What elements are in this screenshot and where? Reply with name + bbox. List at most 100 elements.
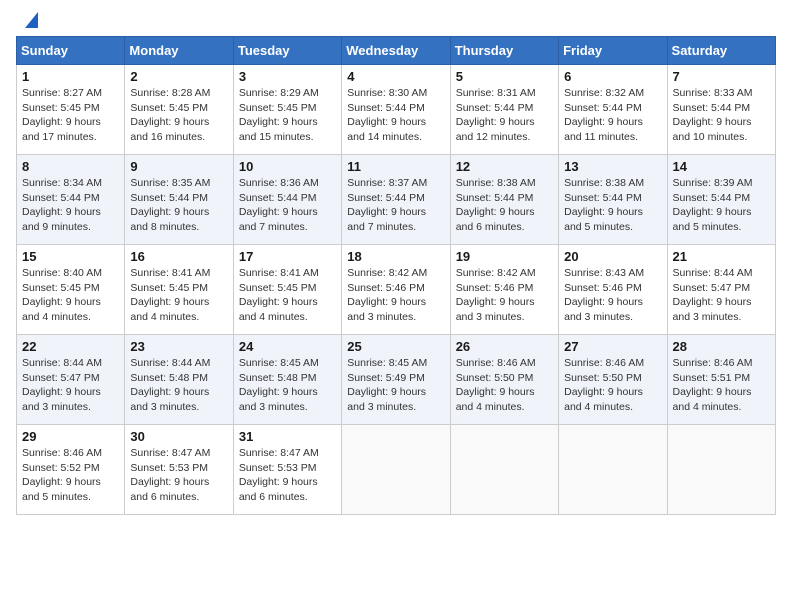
calendar-cell: 28 Sunrise: 8:46 AM Sunset: 5:51 PM Dayl…: [667, 335, 775, 425]
calendar-cell: [559, 425, 667, 515]
calendar-cell: 29 Sunrise: 8:46 AM Sunset: 5:52 PM Dayl…: [17, 425, 125, 515]
calendar-cell: 20 Sunrise: 8:43 AM Sunset: 5:46 PM Dayl…: [559, 245, 667, 335]
calendar-week-row: 1 Sunrise: 8:27 AM Sunset: 5:45 PM Dayli…: [17, 65, 776, 155]
calendar-cell: 18 Sunrise: 8:42 AM Sunset: 5:46 PM Dayl…: [342, 245, 450, 335]
day-number: 19: [456, 249, 553, 264]
page-header: [16, 16, 776, 28]
day-number: 28: [673, 339, 770, 354]
col-header-friday: Friday: [559, 37, 667, 65]
day-number: 22: [22, 339, 119, 354]
day-info: Sunrise: 8:46 AM Sunset: 5:51 PM Dayligh…: [673, 357, 753, 413]
day-number: 17: [239, 249, 336, 264]
calendar-cell: 3 Sunrise: 8:29 AM Sunset: 5:45 PM Dayli…: [233, 65, 341, 155]
calendar-cell: 1 Sunrise: 8:27 AM Sunset: 5:45 PM Dayli…: [17, 65, 125, 155]
calendar-cell: 24 Sunrise: 8:45 AM Sunset: 5:48 PM Dayl…: [233, 335, 341, 425]
calendar-week-row: 22 Sunrise: 8:44 AM Sunset: 5:47 PM Dayl…: [17, 335, 776, 425]
calendar-cell: 5 Sunrise: 8:31 AM Sunset: 5:44 PM Dayli…: [450, 65, 558, 155]
day-number: 26: [456, 339, 553, 354]
calendar-cell: 26 Sunrise: 8:46 AM Sunset: 5:50 PM Dayl…: [450, 335, 558, 425]
day-number: 1: [22, 69, 119, 84]
calendar-cell: [342, 425, 450, 515]
day-info: Sunrise: 8:34 AM Sunset: 5:44 PM Dayligh…: [22, 177, 102, 233]
day-info: Sunrise: 8:39 AM Sunset: 5:44 PM Dayligh…: [673, 177, 753, 233]
calendar-cell: 17 Sunrise: 8:41 AM Sunset: 5:45 PM Dayl…: [233, 245, 341, 335]
day-info: Sunrise: 8:38 AM Sunset: 5:44 PM Dayligh…: [456, 177, 536, 233]
day-number: 12: [456, 159, 553, 174]
day-info: Sunrise: 8:36 AM Sunset: 5:44 PM Dayligh…: [239, 177, 319, 233]
calendar-cell: 25 Sunrise: 8:45 AM Sunset: 5:49 PM Dayl…: [342, 335, 450, 425]
day-info: Sunrise: 8:35 AM Sunset: 5:44 PM Dayligh…: [130, 177, 210, 233]
calendar-cell: 7 Sunrise: 8:33 AM Sunset: 5:44 PM Dayli…: [667, 65, 775, 155]
day-number: 8: [22, 159, 119, 174]
day-number: 20: [564, 249, 661, 264]
col-header-thursday: Thursday: [450, 37, 558, 65]
logo: [16, 16, 38, 28]
day-number: 30: [130, 429, 227, 444]
day-info: Sunrise: 8:45 AM Sunset: 5:49 PM Dayligh…: [347, 357, 427, 413]
day-info: Sunrise: 8:31 AM Sunset: 5:44 PM Dayligh…: [456, 87, 536, 143]
day-number: 15: [22, 249, 119, 264]
day-number: 7: [673, 69, 770, 84]
day-number: 10: [239, 159, 336, 174]
calendar-cell: 27 Sunrise: 8:46 AM Sunset: 5:50 PM Dayl…: [559, 335, 667, 425]
calendar-cell: 22 Sunrise: 8:44 AM Sunset: 5:47 PM Dayl…: [17, 335, 125, 425]
calendar-cell: 6 Sunrise: 8:32 AM Sunset: 5:44 PM Dayli…: [559, 65, 667, 155]
calendar-cell: 21 Sunrise: 8:44 AM Sunset: 5:47 PM Dayl…: [667, 245, 775, 335]
calendar-cell: 30 Sunrise: 8:47 AM Sunset: 5:53 PM Dayl…: [125, 425, 233, 515]
day-number: 29: [22, 429, 119, 444]
day-info: Sunrise: 8:44 AM Sunset: 5:48 PM Dayligh…: [130, 357, 210, 413]
calendar-cell: 11 Sunrise: 8:37 AM Sunset: 5:44 PM Dayl…: [342, 155, 450, 245]
day-info: Sunrise: 8:45 AM Sunset: 5:48 PM Dayligh…: [239, 357, 319, 413]
day-number: 11: [347, 159, 444, 174]
day-info: Sunrise: 8:42 AM Sunset: 5:46 PM Dayligh…: [347, 267, 427, 323]
col-header-sunday: Sunday: [17, 37, 125, 65]
day-number: 4: [347, 69, 444, 84]
col-header-tuesday: Tuesday: [233, 37, 341, 65]
day-info: Sunrise: 8:27 AM Sunset: 5:45 PM Dayligh…: [22, 87, 102, 143]
calendar-cell: 19 Sunrise: 8:42 AM Sunset: 5:46 PM Dayl…: [450, 245, 558, 335]
calendar-cell: 2 Sunrise: 8:28 AM Sunset: 5:45 PM Dayli…: [125, 65, 233, 155]
day-number: 2: [130, 69, 227, 84]
day-info: Sunrise: 8:46 AM Sunset: 5:50 PM Dayligh…: [456, 357, 536, 413]
day-info: Sunrise: 8:47 AM Sunset: 5:53 PM Dayligh…: [239, 447, 319, 503]
day-number: 27: [564, 339, 661, 354]
day-number: 13: [564, 159, 661, 174]
day-number: 5: [456, 69, 553, 84]
day-number: 3: [239, 69, 336, 84]
calendar-cell: 13 Sunrise: 8:38 AM Sunset: 5:44 PM Dayl…: [559, 155, 667, 245]
calendar-cell: 9 Sunrise: 8:35 AM Sunset: 5:44 PM Dayli…: [125, 155, 233, 245]
logo-arrow-icon: [20, 12, 38, 28]
day-info: Sunrise: 8:33 AM Sunset: 5:44 PM Dayligh…: [673, 87, 753, 143]
day-info: Sunrise: 8:42 AM Sunset: 5:46 PM Dayligh…: [456, 267, 536, 323]
calendar-cell: 12 Sunrise: 8:38 AM Sunset: 5:44 PM Dayl…: [450, 155, 558, 245]
day-number: 24: [239, 339, 336, 354]
day-info: Sunrise: 8:46 AM Sunset: 5:52 PM Dayligh…: [22, 447, 102, 503]
day-number: 16: [130, 249, 227, 264]
day-info: Sunrise: 8:41 AM Sunset: 5:45 PM Dayligh…: [239, 267, 319, 323]
day-info: Sunrise: 8:30 AM Sunset: 5:44 PM Dayligh…: [347, 87, 427, 143]
day-info: Sunrise: 8:43 AM Sunset: 5:46 PM Dayligh…: [564, 267, 644, 323]
day-info: Sunrise: 8:37 AM Sunset: 5:44 PM Dayligh…: [347, 177, 427, 233]
calendar-cell: 16 Sunrise: 8:41 AM Sunset: 5:45 PM Dayl…: [125, 245, 233, 335]
day-info: Sunrise: 8:44 AM Sunset: 5:47 PM Dayligh…: [673, 267, 753, 323]
day-info: Sunrise: 8:38 AM Sunset: 5:44 PM Dayligh…: [564, 177, 644, 233]
col-header-wednesday: Wednesday: [342, 37, 450, 65]
day-number: 21: [673, 249, 770, 264]
calendar-cell: 15 Sunrise: 8:40 AM Sunset: 5:45 PM Dayl…: [17, 245, 125, 335]
day-info: Sunrise: 8:32 AM Sunset: 5:44 PM Dayligh…: [564, 87, 644, 143]
day-info: Sunrise: 8:40 AM Sunset: 5:45 PM Dayligh…: [22, 267, 102, 323]
calendar-week-row: 8 Sunrise: 8:34 AM Sunset: 5:44 PM Dayli…: [17, 155, 776, 245]
calendar-cell: [667, 425, 775, 515]
calendar-cell: 10 Sunrise: 8:36 AM Sunset: 5:44 PM Dayl…: [233, 155, 341, 245]
day-info: Sunrise: 8:41 AM Sunset: 5:45 PM Dayligh…: [130, 267, 210, 323]
day-number: 6: [564, 69, 661, 84]
calendar-cell: 31 Sunrise: 8:47 AM Sunset: 5:53 PM Dayl…: [233, 425, 341, 515]
calendar-table: SundayMondayTuesdayWednesdayThursdayFrid…: [16, 36, 776, 515]
day-number: 31: [239, 429, 336, 444]
calendar-cell: 4 Sunrise: 8:30 AM Sunset: 5:44 PM Dayli…: [342, 65, 450, 155]
calendar-week-row: 15 Sunrise: 8:40 AM Sunset: 5:45 PM Dayl…: [17, 245, 776, 335]
day-number: 9: [130, 159, 227, 174]
day-number: 25: [347, 339, 444, 354]
col-header-monday: Monday: [125, 37, 233, 65]
day-number: 18: [347, 249, 444, 264]
